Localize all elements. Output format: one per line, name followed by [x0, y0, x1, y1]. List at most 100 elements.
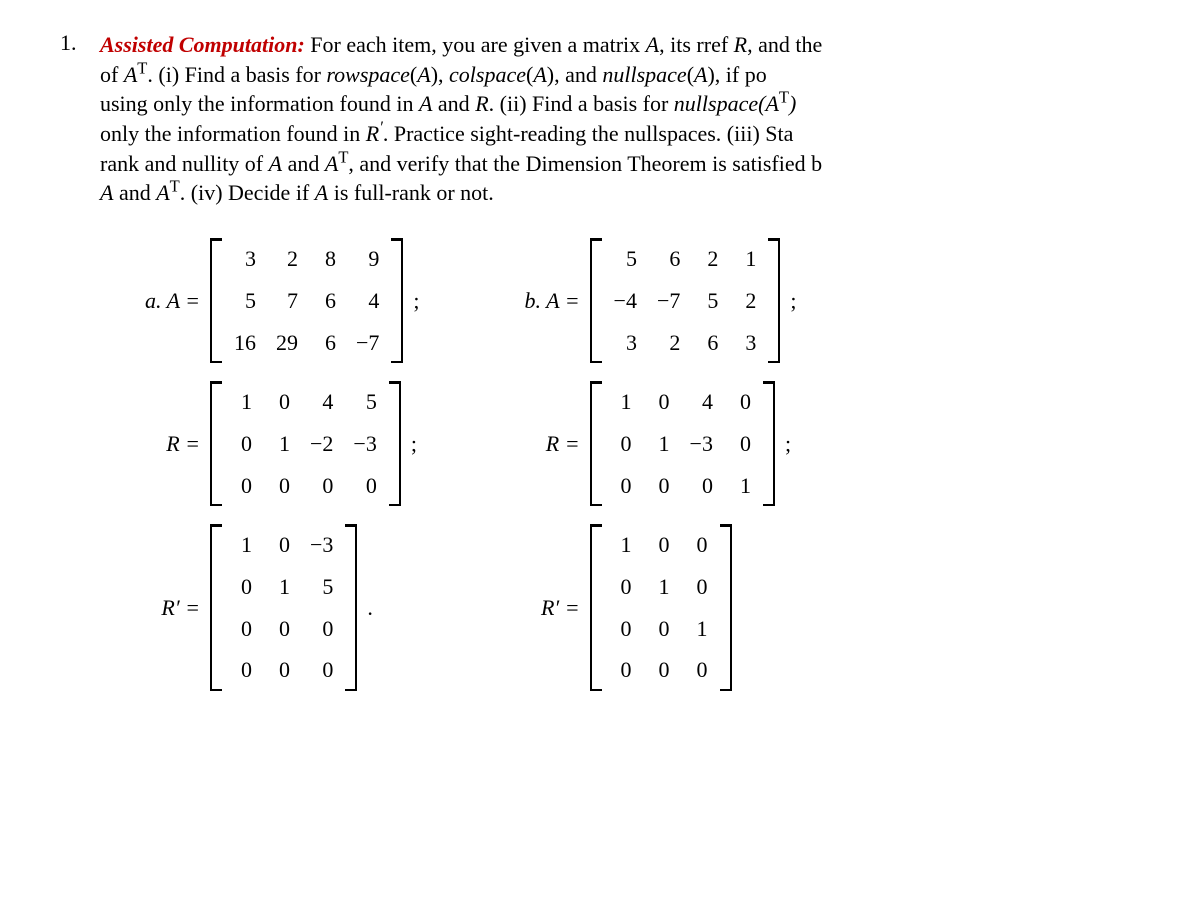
matrix-cell: −3: [680, 423, 723, 465]
matrix-cell: 5: [300, 566, 343, 608]
text: of: [100, 62, 124, 87]
matrix-a-Rprime: 10−3015000000: [210, 524, 357, 691]
matrix-cell: 5: [343, 381, 386, 423]
matrix-cell: 29: [266, 322, 308, 364]
matrix-cell: −7: [647, 280, 690, 322]
matrix-cell: 5: [224, 280, 266, 322]
label-R: R =: [480, 429, 584, 459]
matrix-cell: −7: [346, 322, 389, 364]
matrix-cell: 0: [642, 608, 680, 650]
matrix-cell: 0: [224, 465, 262, 507]
matrix-cell: 0: [343, 465, 386, 507]
matrix-cell: 4: [300, 381, 343, 423]
var-A: A: [419, 91, 432, 116]
matrix-cell: 5: [604, 238, 647, 280]
semicolon: ;: [409, 286, 419, 316]
matrix-cell: 7: [266, 280, 308, 322]
var-A: A: [100, 180, 113, 205]
text: , and verify that the Dimension Theorem …: [348, 151, 822, 176]
label-Rprime: R′ =: [100, 593, 204, 623]
matrix-cell: 0: [604, 566, 642, 608]
text: . (i) Find a basis for: [147, 62, 326, 87]
semicolon: ;: [786, 286, 796, 316]
matrix-cell: 4: [680, 381, 723, 423]
var-AT: A: [325, 151, 338, 176]
matrix-cell: 0: [604, 423, 642, 465]
matrix-cell: 0: [604, 608, 642, 650]
matrix-row-b-R: R = 104001−300001 ;: [480, 381, 792, 506]
matrix-cell: 3: [604, 322, 647, 364]
matrix-cell: 0: [262, 608, 300, 650]
matrix-cell: 0: [262, 381, 300, 423]
matrix-cell: 4: [346, 280, 389, 322]
text: rank and nullity of: [100, 151, 269, 176]
matrix-cell: 3: [224, 238, 266, 280]
text: ), if po: [707, 62, 766, 87]
var-A: A: [646, 32, 659, 57]
var-A: A: [269, 151, 282, 176]
matrix-cell: 1: [728, 238, 766, 280]
matrix-row-a-Rprime: R′ = 10−3015000000 .: [100, 524, 373, 691]
matrix-cell: 0: [300, 649, 343, 691]
problem-body: Assisted Computation: For each item, you…: [100, 30, 1200, 691]
matrix-cell: 0: [642, 649, 680, 691]
label-b-A: b. A =: [480, 286, 584, 316]
matrix-cell: 1: [262, 423, 300, 465]
text: and: [282, 151, 325, 176]
matrix-cell: 1: [642, 566, 680, 608]
superscript-T: T: [779, 88, 789, 107]
colspace: colspace: [449, 62, 526, 87]
problem: 1. Assisted Computation: For each item, …: [60, 30, 1200, 691]
matrix-cell: 2: [690, 238, 728, 280]
matrix-cell: 1: [680, 608, 718, 650]
nullspace-AT: nullspace(A: [674, 91, 779, 116]
matrix-cell: 1: [604, 524, 642, 566]
matrix-cell: 0: [224, 423, 262, 465]
matrix-cell: −3: [343, 423, 386, 465]
matrix-cell: 0: [224, 608, 262, 650]
matrix-cell: 0: [224, 566, 262, 608]
matrix-cell: 0: [262, 649, 300, 691]
text: . (ii) Find a basis for: [489, 91, 674, 116]
matrix-cell: 2: [728, 280, 766, 322]
matrix-cell: 0: [604, 649, 642, 691]
column-a: a. A = 3289576416296−7 ; R = 104501−2−30…: [100, 238, 420, 691]
matrix-row-a-R: R = 104501−2−30000 ;: [100, 381, 417, 506]
matrix-cell: 0: [642, 524, 680, 566]
matrix-cell: 0: [680, 465, 723, 507]
matrix-cell: 1: [262, 566, 300, 608]
text: ), and: [547, 62, 603, 87]
label-a-A: a. A =: [100, 286, 204, 316]
column-b: b. A = 5621−4−7523263 ; R = 104001−30000…: [480, 238, 797, 691]
matrix-cell: 0: [262, 524, 300, 566]
text: ),: [431, 62, 449, 87]
matrix-cell: 0: [300, 465, 343, 507]
matrix-cell: 0: [723, 423, 761, 465]
matrix-cell: 1: [642, 423, 680, 465]
matrix-cell: 0: [224, 649, 262, 691]
matrix-cell: 1: [604, 381, 642, 423]
label-R: R =: [100, 429, 204, 459]
matrix-cell: 0: [604, 465, 642, 507]
text: . Practice sight-reading the nullspaces.…: [383, 121, 794, 146]
text: For each item, you are given a matrix: [305, 32, 646, 57]
heading: Assisted Computation:: [100, 32, 305, 57]
text: , and the: [747, 32, 822, 57]
var-A: A: [533, 62, 546, 87]
matrix-cell: 6: [647, 238, 690, 280]
text: (: [687, 62, 694, 87]
matrix-cell: 0: [680, 649, 718, 691]
matrix-cell: 0: [642, 381, 680, 423]
matrix-cell: 3: [728, 322, 766, 364]
matrix-cell: 1: [723, 465, 761, 507]
matrix-row-b-A: b. A = 5621−4−7523263 ;: [480, 238, 797, 363]
matrix-cell: 5: [690, 280, 728, 322]
text: is full-rank or not.: [328, 180, 494, 205]
text: and: [432, 91, 475, 116]
paren: ): [789, 91, 796, 116]
var-A: A: [694, 62, 707, 87]
matrix-cell: 2: [647, 322, 690, 364]
matrix-cell: 0: [642, 465, 680, 507]
matrix-cell: 6: [308, 322, 346, 364]
superscript-T: T: [338, 147, 348, 166]
